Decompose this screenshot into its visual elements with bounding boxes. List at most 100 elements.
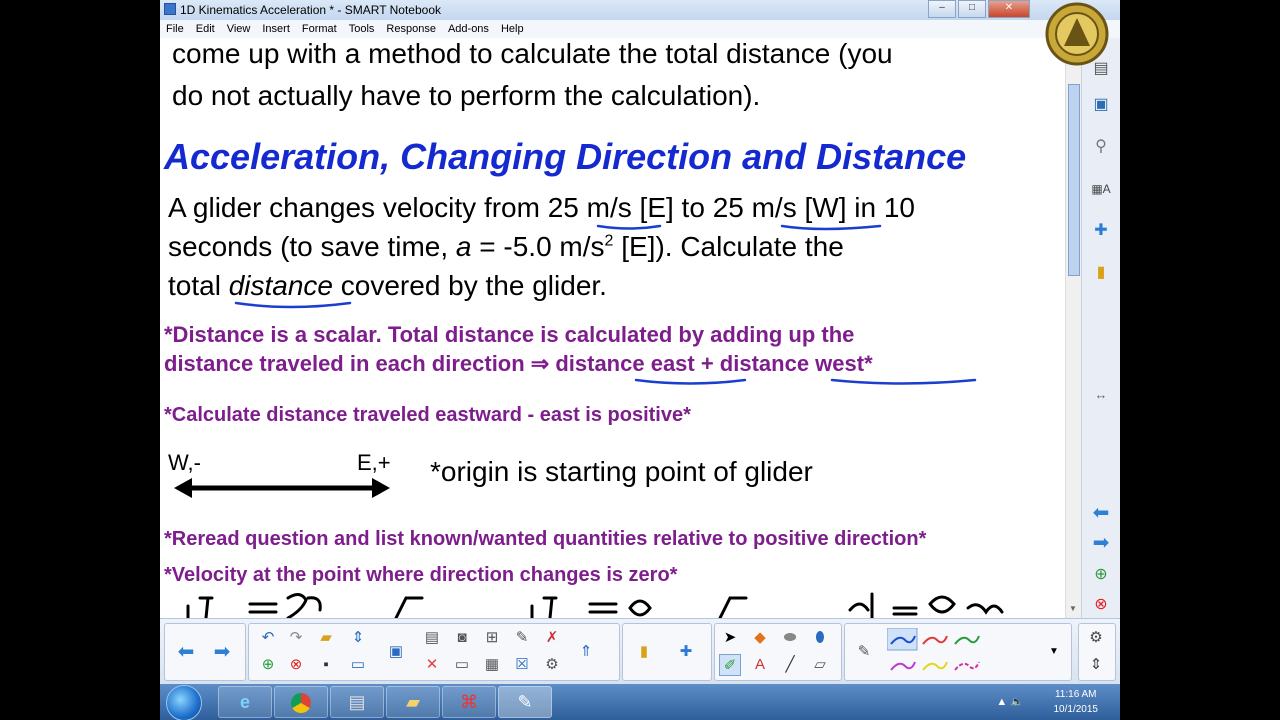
pen-properties-icon[interactable]: ✎ [853,641,875,663]
screen-shade-icon[interactable]: ▭ [451,654,473,676]
ink-underline-distance-east [634,378,747,385]
menu-response[interactable]: Response [380,20,442,35]
more-styles-chevron-icon[interactable]: ▼ [1043,641,1065,663]
edit-group: ↶ ↷ ▰ ⇕ ⊕ ⊗ ▪ ▭ ▣ ▤ ◙ ⊞ ✎ ✗ ✕ ▭ ▦ ☒ ⚙ ⇑ [248,623,620,681]
response-icon[interactable]: ▮ [1090,262,1112,284]
problem-line-3-a: total [168,270,229,301]
select-pointer-icon[interactable]: ➤ [719,627,741,649]
smart-notebook-window: 1D Kinematics Acceleration * - SMART Not… [160,0,1120,720]
menu-add-ons[interactable]: Add-ons [442,20,495,35]
open-file-icon[interactable]: ▰ [315,627,337,649]
attachments-icon[interactable]: ⚲ [1090,136,1112,158]
note-reread: *Reread question and list known/wanted q… [164,528,927,550]
camera-icon[interactable]: ◙ [451,627,473,649]
toolbar-settings-group: ⚙ ⇕ [1078,623,1116,681]
close-x-icon[interactable]: ☒ [511,654,533,676]
add-ons-tool-icon[interactable]: ✚ [675,641,697,663]
notebook-page[interactable]: come up with a method to calculate the t… [160,38,1065,618]
handwritten-equations [186,592,1004,618]
undo-icon[interactable]: ↶ [257,627,279,649]
clock-date: 10/1/2015 [1053,704,1099,715]
start-button[interactable] [166,685,202,720]
acceleration-symbol: a [455,231,472,262]
close-button[interactable]: ✕ [988,0,1030,18]
menu-bar: File Edit View Insert Format Tools Response Add… [160,20,1120,39]
delete-page-icon[interactable]: ⊗ [1090,594,1112,616]
menu-edit[interactable]: Edit [190,20,221,35]
add-page-icon[interactable]: ⊕ [1090,564,1112,586]
add-page-toolbar-icon[interactable]: ⊕ [257,654,279,676]
direction-axis-arrow [174,478,390,498]
menu-help[interactable]: Help [495,20,530,35]
menu-format[interactable]: Format [296,20,343,35]
note-velocity-zero: *Velocity at the point where direction c… [164,564,678,586]
note-eastward: *Calculate distance traveled eastward - … [164,404,691,426]
side-tabs: ▤ ▣ ⚲ ▦A ✚ ▮ ↔ ⬅ ➡ ⊕ ⊗ [1081,38,1120,618]
menu-file[interactable]: File [160,20,190,35]
next-page-side-icon[interactable]: ➡ [1090,532,1112,554]
table-icon[interactable]: ⊞ [481,627,503,649]
maximize-button[interactable]: □ [958,0,986,18]
volume-icon[interactable]: 🔈 [1010,696,1024,708]
pens-icon[interactable]: ✐ [719,654,741,676]
grid-icon[interactable]: ▦ [481,654,503,676]
paste-icon[interactable]: ▤ [421,627,443,649]
problem-line-3: total distance covered by the glider. [168,270,607,302]
highlighter-icon[interactable]: ▱ [809,654,831,676]
acrobat-taskbar-icon[interactable]: ⌘ [442,686,496,718]
line-tool-icon[interactable]: ╱ [779,654,801,676]
system-tray: ▲ 🔈 [996,695,1024,708]
problem-line-2-b: = -5.0 m/s [471,231,605,262]
file-explorer-taskbar-icon[interactable]: ▰ [386,686,440,718]
problem-line-2-a: seconds (to save time, [168,231,456,262]
program-taskbar-icon[interactable]: ▤ [330,686,384,718]
clear-ink-icon[interactable]: ✗ [541,627,563,649]
toolbar-settings-icon[interactable]: ⚙ [1085,627,1107,649]
smart-notebook-taskbar-icon[interactable]: ✎ [498,686,552,718]
resize-handle-icon[interactable]: ↔ [1090,384,1112,406]
gallery-icon[interactable]: ▣ [1090,94,1112,116]
add-on-tool-icon[interactable]: ⇑ [575,641,597,663]
scroll-thumb[interactable] [1068,84,1080,276]
minimize-button[interactable]: – [928,0,956,18]
previous-page-side-icon[interactable]: ⬅ [1090,502,1112,524]
magic-pen-icon[interactable]: ✎ [511,627,533,649]
display-icon[interactable]: ▣ [385,641,407,663]
distance-emphasis: distance [228,270,333,301]
eraser-icon[interactable]: ⬬ [779,627,801,649]
screen-capture-icon[interactable]: ▭ [347,654,369,676]
menu-insert[interactable]: Insert [256,20,296,35]
menu-tools[interactable]: Tools [343,20,381,35]
taskbar-clock[interactable]: 11:16 AM 10/1/2015 [1054,687,1099,717]
fill-icon[interactable]: ⬮ [809,627,831,649]
windows-taskbar: e ▤ ▰ ⌘ ✎ ▲ 🔈 11:16 AM 10/1/2015 [160,684,1120,720]
problem-line-2: seconds (to save time, a = -5.0 m/s2 [E]… [168,231,844,263]
add-ons-icon[interactable]: ✚ [1090,220,1112,242]
tray-arrow-icon[interactable]: ▲ [996,696,1007,708]
delete-icon[interactable]: ✕ [421,654,443,676]
text-tool-icon[interactable]: A [749,654,771,676]
toolbar-move-icon[interactable]: ⇕ [1085,654,1107,676]
redo-icon[interactable]: ↷ [285,627,307,649]
properties-icon[interactable]: ▦A [1090,178,1112,200]
save-icon[interactable]: ▪ [315,654,337,676]
intro-line-2: do not actually have to perform the calc… [172,80,761,111]
previous-page-icon[interactable]: ⬅ [175,641,197,663]
next-page-icon[interactable]: ➡ [211,641,233,663]
ink-underline-distance-west [830,378,977,385]
window-title: 1D Kinematics Acceleration * - SMART Not… [180,3,442,17]
menu-view[interactable]: View [221,20,257,35]
response-tool-icon[interactable]: ▮ [633,641,655,663]
settings-small-icon[interactable]: ⚙ [541,654,563,676]
problem-line-2-c: [E]). Calculate the [613,231,844,262]
scroll-down-icon[interactable]: ▼ [1069,604,1077,613]
chrome-taskbar-icon[interactable] [274,686,328,718]
vertical-scrollbar[interactable]: ▲ ▼ [1065,38,1082,618]
internet-explorer-taskbar-icon[interactable]: e [218,686,272,718]
origin-note: *origin is starting point of glider [430,456,813,487]
delete-page-toolbar-icon[interactable]: ⊗ [285,654,307,676]
pen-styles-group: ✎ ▼ [844,623,1072,681]
shapes-icon[interactable]: ◆ [749,627,771,649]
page-view-icon[interactable]: ⇕ [347,627,369,649]
title-bar: 1D Kinematics Acceleration * - SMART Not… [160,0,1120,20]
